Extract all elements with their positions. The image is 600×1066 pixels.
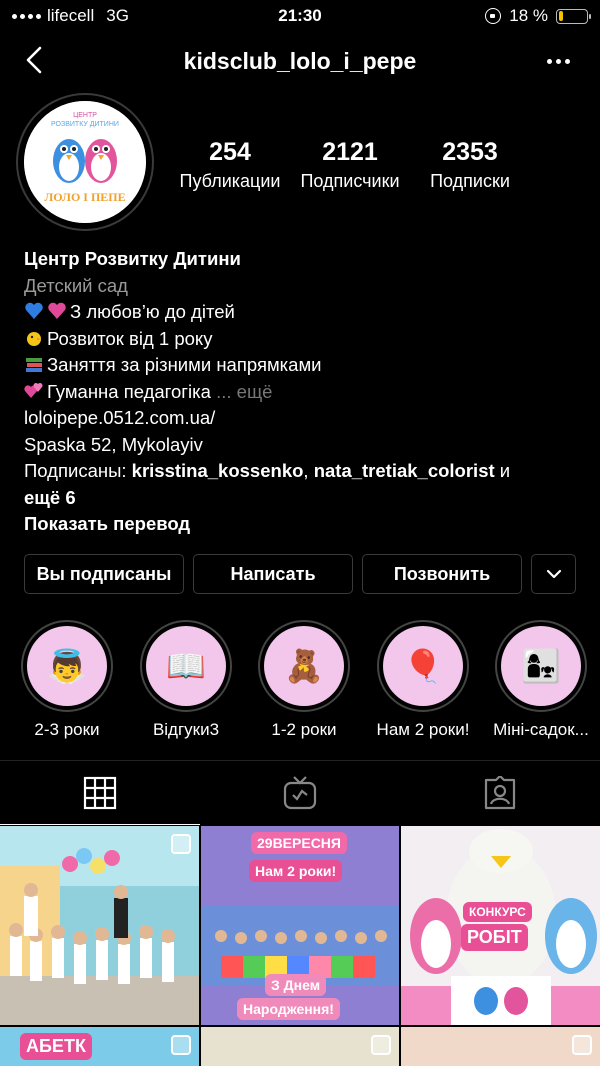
bio-line: З любов’ю до дітей — [24, 299, 584, 326]
website-link[interactable]: loloipepe.0512.com.ua/ — [24, 405, 584, 432]
profile-bio: Центр Розвитку Дитини Детский сад З любо… — [24, 246, 584, 538]
tagged-icon — [484, 776, 516, 810]
blue-heart-icon — [24, 301, 44, 321]
battery-icon — [556, 8, 591, 24]
highlight-item[interactable]: 🎈 Нам 2 роки! — [368, 620, 478, 740]
svg-text:ЦЕНТР: ЦЕНТР — [73, 112, 97, 119]
family-icon: 👩‍👧 — [501, 626, 581, 706]
bio-line: Заняття за різними напрямками — [24, 352, 584, 379]
books-icon — [24, 354, 44, 374]
profile-tabs — [0, 760, 600, 825]
post-thumbnail[interactable] — [401, 1027, 600, 1066]
followers-count: 2121 — [322, 138, 378, 166]
carousel-icon — [572, 1035, 592, 1055]
following-button[interactable]: Вы подписаны — [24, 554, 184, 594]
highlight-label: Міні-садок... — [493, 720, 589, 739]
profile-stats: 254 Публикации 2121 Подписчики 2353 Подп… — [170, 138, 590, 192]
avatar[interactable]: ЦЕНТР РОЗВИТКУ ДИТИНИ ЛОЛО І ПЕПЕ — [24, 101, 146, 223]
baby-angel-icon: 👼 — [27, 626, 107, 706]
post-title-tag: АБЕТК — [20, 1033, 92, 1060]
grid-icon — [83, 776, 117, 810]
logo-lolo-i-pepe: ЦЕНТР РОЗВИТКУ ДИТИНИ ЛОЛО І ПЕПЕ — [24, 101, 146, 223]
posts-stat[interactable]: 254 Публикации — [170, 138, 290, 192]
chevron-down-icon — [546, 569, 561, 579]
highlight-item[interactable]: 🧸 1-2 роки — [249, 620, 359, 740]
post-date-tag: 29ВЕРЕСНЯ — [251, 832, 347, 854]
post-thumbnail[interactable] — [0, 826, 199, 1025]
orientation-lock-icon — [485, 8, 502, 24]
following-label: Подписки — [430, 171, 510, 191]
highlight-label: Відгуки3 — [152, 720, 220, 739]
profile-header: kidsclub_lolo_i_pepe — [0, 38, 600, 84]
tab-grid[interactable] — [0, 761, 200, 825]
posts-label: Публикации — [179, 171, 281, 191]
bio-more-link[interactable]: ... ещё — [216, 381, 272, 402]
tab-tagged[interactable] — [400, 761, 600, 825]
more-options-button[interactable] — [547, 59, 570, 64]
highlight-label: 2-3 роки — [34, 720, 100, 739]
following-stat[interactable]: 2353 Подписки — [410, 138, 530, 192]
svg-text:РОЗВИТКУ ДИТИНИ: РОЗВИТКУ ДИТИНИ — [51, 121, 119, 128]
carousel-icon — [371, 1035, 391, 1055]
profile-actions: Вы подписаны Написать Позвонить — [24, 554, 576, 594]
show-translation-link[interactable]: Показать перевод — [24, 513, 190, 534]
battery-fill — [558, 11, 564, 21]
highlight-item[interactable]: 👼 2-3 роки — [12, 620, 122, 740]
pink-heart-icon — [47, 301, 67, 321]
balloon-icon: 🎈 — [383, 626, 463, 706]
followers-label: Подписчики — [300, 171, 400, 191]
posts-count: 254 — [209, 138, 251, 166]
book-icon: 📖 — [146, 626, 226, 706]
post-thumbnail[interactable] — [201, 1027, 399, 1066]
post-grid: 29ВЕРЕСНЯ Нам 2 роки! З Днем Народження!… — [0, 826, 600, 1066]
highlight-item[interactable]: 📖 Відгуки3 — [131, 620, 241, 740]
address-link[interactable]: Spaska 52, Mykolayiv — [24, 432, 584, 459]
call-button[interactable]: Позвонить — [362, 554, 522, 594]
followed-by: Подписаны: krisstina_kossenko, nata_tret… — [24, 460, 511, 481]
highlight-label: Нам 2 роки! — [376, 720, 470, 739]
contest-tag: КОНКУРС — [463, 902, 532, 922]
profile-display-name: Центр Розвитку Дитини — [24, 248, 241, 269]
post-thumbnail[interactable]: КОНКУРС РОБІТ — [401, 826, 600, 1025]
svg-text:ЛОЛО І ПЕПЕ: ЛОЛО І ПЕПЕ — [44, 190, 125, 204]
post-thumbnail[interactable]: 29ВЕРЕСНЯ Нам 2 роки! З Днем Народження! — [201, 826, 399, 1025]
highlight-label: 1-2 роки — [271, 720, 337, 739]
following-count: 2353 — [442, 138, 498, 166]
follower-link[interactable]: nata_tretiak_colorist — [314, 460, 495, 481]
tab-igtv[interactable] — [200, 761, 400, 825]
igtv-icon — [283, 776, 317, 810]
followed-by-more-link[interactable]: ещё 6 — [24, 487, 76, 508]
teddy-bear-icon: 🧸 — [264, 626, 344, 706]
message-button[interactable]: Написать — [193, 554, 353, 594]
chick-icon — [24, 328, 44, 348]
post-title-tag: Нам 2 роки! — [249, 860, 343, 882]
followers-stat[interactable]: 2121 Подписчики — [290, 138, 410, 192]
carousel-icon — [171, 834, 191, 854]
active-tab-indicator — [0, 823, 200, 825]
group-photo — [0, 826, 199, 1025]
highlight-item[interactable]: 👩‍👧 Міні-садок... — [486, 620, 596, 740]
two-hearts-icon — [24, 381, 44, 401]
follower-link[interactable]: krisstina_kossenko — [132, 460, 304, 481]
carousel-icon — [171, 1035, 191, 1055]
post-footer-tag: Народження! — [237, 998, 340, 1020]
suggested-accounts-button[interactable] — [531, 554, 576, 594]
battery-percent: 18 % — [509, 6, 548, 25]
contest-tag: РОБІТ — [461, 924, 528, 951]
bio-line: Гуманна педагогіка ... ещё — [24, 379, 584, 406]
post-thumbnail[interactable]: АБЕТК — [0, 1027, 199, 1066]
post-footer-tag: З Днем — [265, 974, 327, 996]
profile-username: kidsclub_lolo_i_pepe — [183, 48, 417, 74]
bio-line: Розвиток від 1 року — [24, 326, 584, 353]
profile-category: Детский сад — [24, 274, 128, 296]
story-highlights: 👼 2-3 роки 📖 Відгуки3 🧸 1-2 роки 🎈 Нам 2… — [0, 620, 600, 740]
status-bar: lifecell 3G 21:30 18 % — [0, 0, 600, 32]
